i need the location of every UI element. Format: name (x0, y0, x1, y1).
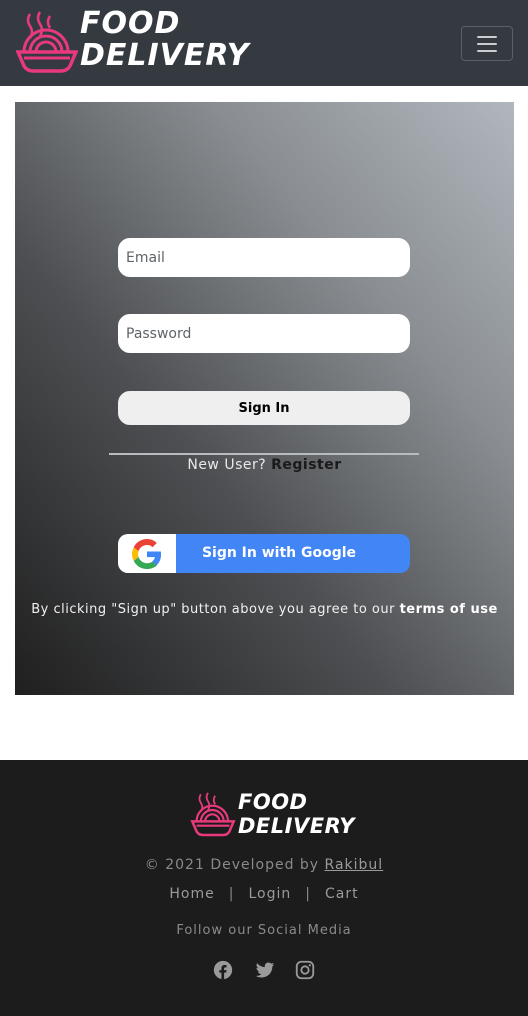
google-signin-button[interactable]: Sign In with Google (118, 534, 410, 573)
google-icon (132, 539, 162, 569)
instagram-icon[interactable] (294, 959, 316, 981)
terms-text: By clicking "Sign up" button above you a… (31, 602, 395, 617)
bowl-icon (190, 792, 236, 837)
new-user-text: New User? (187, 457, 267, 473)
footer-brand-line1: FOOD (238, 790, 308, 814)
footer-brand-logo[interactable]: FOOD DELIVERY (190, 790, 355, 840)
google-signin-label: Sign In with Google (201, 545, 357, 561)
password-input[interactable] (118, 314, 410, 353)
hamburger-icon (477, 50, 497, 52)
email-input[interactable] (118, 238, 410, 277)
brand-logo[interactable]: FOOD DELIVERY (16, 8, 248, 78)
brand-name: FOOD DELIVERY (80, 8, 249, 72)
copyright-text: © 2021 Developed by (144, 857, 320, 873)
footer-link-cart[interactable]: Cart (325, 886, 359, 902)
brand-line2: DELIVERY (80, 38, 250, 73)
brand-line1: FOOD (80, 6, 181, 41)
google-icon-box (118, 534, 176, 573)
hamburger-icon (477, 36, 497, 38)
hamburger-icon (477, 43, 497, 45)
register-link[interactable]: Register (271, 457, 342, 473)
author-link[interactable]: Rakibul (325, 857, 384, 873)
new-user-row: New User? Register (15, 457, 514, 473)
facebook-icon[interactable] (212, 959, 234, 981)
social-links (212, 959, 318, 981)
nav-separator: | (228, 886, 235, 902)
footer-brand-name: FOOD DELIVERY (238, 790, 355, 838)
twitter-icon[interactable] (254, 959, 276, 981)
navbar: FOOD DELIVERY (0, 0, 528, 86)
login-card: Sign In New User? Register Sign In with … (15, 102, 514, 695)
terms-link[interactable]: terms of use (400, 602, 498, 617)
follow-text: Follow our Social Media (176, 923, 352, 938)
footer-brand-line2: DELIVERY (238, 814, 356, 838)
divider (109, 453, 419, 455)
footer-nav: Home | Login | Cart (0, 886, 528, 902)
footer-link-home[interactable]: Home (169, 886, 214, 902)
bowl-icon (16, 11, 78, 73)
signin-button[interactable]: Sign In (118, 391, 410, 425)
menu-toggle-button[interactable] (461, 26, 513, 61)
footer: FOOD DELIVERY © 2021 Developed by Rakibu… (0, 760, 528, 1016)
footer-link-login[interactable]: Login (248, 886, 291, 902)
copyright: © 2021 Developed by Rakibul (0, 857, 528, 873)
terms-row: By clicking "Sign up" button above you a… (15, 602, 514, 617)
nav-separator: | (305, 886, 311, 902)
